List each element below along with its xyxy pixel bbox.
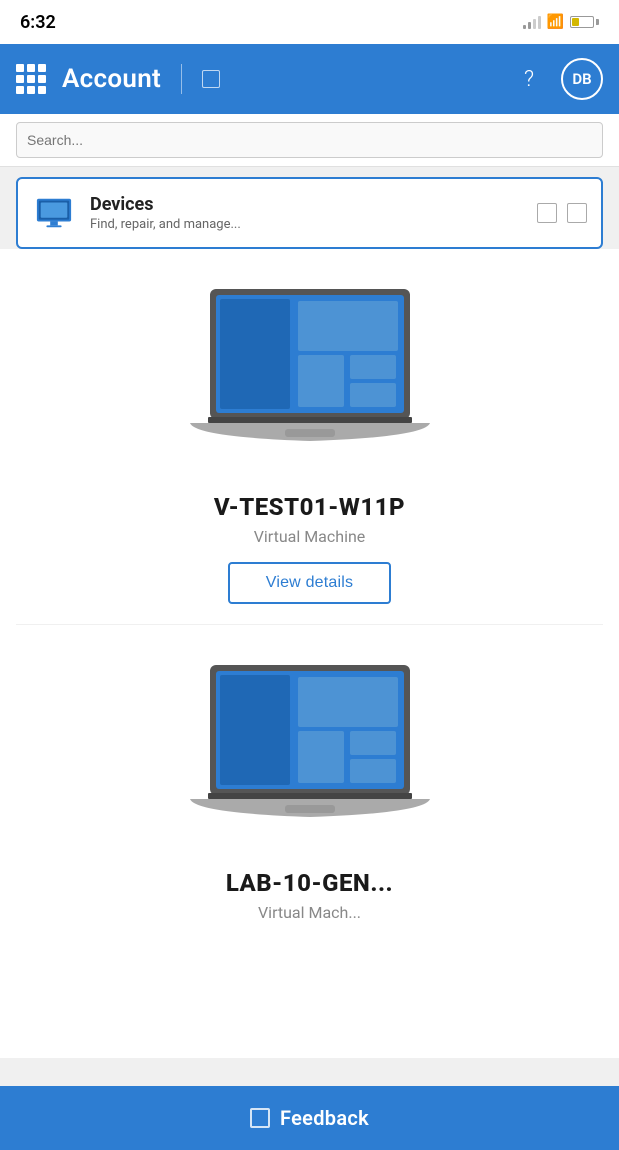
feedback-bar[interactable]: Feedback bbox=[0, 1086, 619, 1150]
feedback-label: Feedback bbox=[280, 1106, 369, 1130]
devices-title: Devices bbox=[90, 194, 523, 215]
devices-text-group: Devices Find, repair, and manage... bbox=[90, 194, 523, 232]
feedback-icon bbox=[250, 1108, 270, 1128]
battery-icon bbox=[570, 16, 599, 28]
wifi-icon: 📶 bbox=[547, 14, 564, 30]
nav-bar: Account ? DB bbox=[0, 44, 619, 114]
view-details-button-1[interactable]: View details bbox=[228, 562, 392, 604]
action-icon-1[interactable] bbox=[537, 203, 557, 223]
grid-menu-icon[interactable] bbox=[16, 64, 46, 94]
status-bar: 6:32 📶 bbox=[0, 0, 619, 44]
device-type-1: Virtual Machine bbox=[254, 527, 366, 546]
laptop-illustration-2 bbox=[180, 655, 440, 845]
device-name-2: LAB-10-GEN... bbox=[226, 869, 393, 897]
laptop-illustration-1 bbox=[180, 279, 440, 469]
devices-actions bbox=[537, 203, 587, 223]
devices-header: Devices Find, repair, and manage... bbox=[16, 177, 603, 249]
nav-title: Account bbox=[62, 64, 161, 94]
avatar[interactable]: DB bbox=[561, 58, 603, 100]
action-icon-2[interactable] bbox=[567, 203, 587, 223]
signal-icon bbox=[523, 15, 541, 29]
devices-icon bbox=[32, 191, 76, 235]
main-content: V-TEST01-W11P Virtual Machine View detai… bbox=[0, 249, 619, 1058]
nav-square-icon[interactable] bbox=[202, 70, 220, 88]
device-card: V-TEST01-W11P Virtual Machine View detai… bbox=[16, 249, 603, 625]
status-time: 6:32 bbox=[20, 12, 56, 33]
help-icon[interactable]: ? bbox=[513, 67, 545, 92]
nav-divider bbox=[181, 64, 182, 94]
search-input[interactable] bbox=[16, 122, 603, 158]
device-type-2: Virtual Mach... bbox=[258, 903, 361, 922]
search-area bbox=[0, 114, 619, 167]
device-name-1: V-TEST01-W11P bbox=[214, 493, 405, 521]
status-icons: 📶 bbox=[523, 14, 599, 30]
device-card-2: LAB-10-GEN... Virtual Mach... bbox=[16, 625, 603, 958]
devices-subtitle: Find, repair, and manage... bbox=[90, 217, 523, 232]
